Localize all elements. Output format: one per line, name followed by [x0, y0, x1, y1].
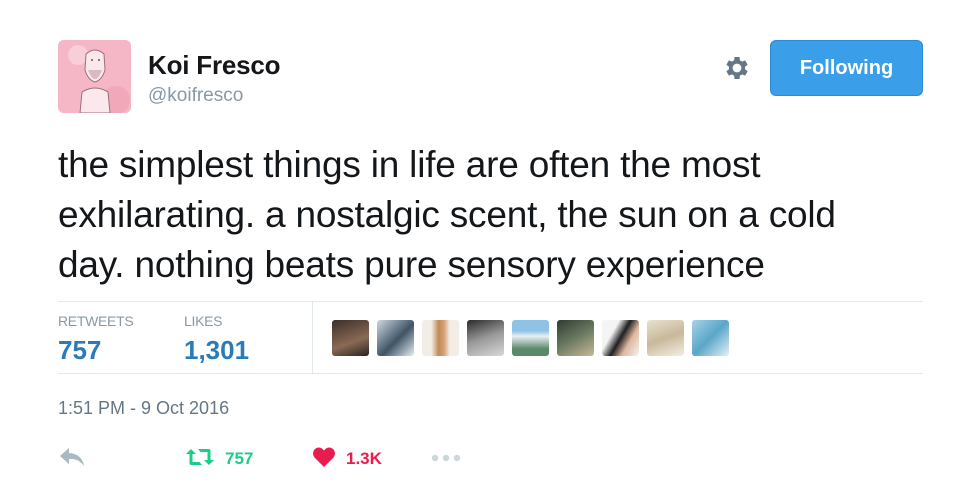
liker-avatar[interactable] — [467, 320, 504, 356]
stats-divider — [312, 302, 313, 373]
liker-avatar[interactable] — [422, 320, 459, 356]
author-name[interactable]: Koi Fresco — [148, 50, 281, 81]
tweet-text-line: exhilarating. a nostalgic scent, the sun… — [58, 194, 836, 235]
retweet-button[interactable]: 757 — [185, 444, 253, 474]
tweet-text-line: day. nothing beats pure sensory experien… — [58, 244, 765, 285]
more-button[interactable] — [430, 444, 462, 474]
author-handle[interactable]: @koifresco — [148, 85, 243, 107]
tweet-text: the simplest things in life are often th… — [58, 140, 938, 290]
reply-button[interactable] — [58, 444, 86, 474]
liker-avatar[interactable] — [602, 320, 639, 356]
gear-icon[interactable] — [722, 53, 752, 83]
liker-avatar[interactable] — [647, 320, 684, 356]
like-count: 1.3K — [346, 449, 382, 468]
retweets-count: 757 — [58, 335, 102, 365]
heart-icon — [312, 446, 336, 473]
retweets-stat[interactable]: RETWEETS 757 — [58, 313, 134, 366]
tweet-timestamp[interactable]: 1:51 PM - 9 Oct 2016 — [58, 398, 229, 419]
divider — [58, 373, 923, 374]
likes-stat[interactable]: LIKES 1,301 — [184, 313, 249, 366]
reply-icon — [58, 446, 86, 473]
liker-avatar[interactable] — [692, 320, 729, 356]
tweet-card: Koi Fresco @koifresco Following the simp… — [0, 0, 980, 504]
likes-count: 1,301 — [184, 335, 250, 365]
likers-avatars — [332, 320, 729, 356]
likes-label: LIKES — [184, 313, 223, 329]
liker-avatar[interactable] — [332, 320, 369, 356]
tweet-text-line: the simplest things in life are often th… — [58, 144, 761, 185]
retweet-icon — [185, 446, 215, 473]
liker-avatar[interactable] — [512, 320, 549, 356]
divider — [58, 301, 923, 302]
liker-avatar[interactable] — [377, 320, 414, 356]
avatar[interactable] — [58, 40, 131, 113]
following-button[interactable]: Following — [770, 40, 923, 96]
retweets-label: RETWEETS — [58, 313, 134, 329]
more-icon — [430, 450, 462, 468]
liker-avatar[interactable] — [557, 320, 594, 356]
retweet-count: 757 — [225, 449, 254, 468]
like-button[interactable]: 1.3K — [312, 444, 382, 474]
